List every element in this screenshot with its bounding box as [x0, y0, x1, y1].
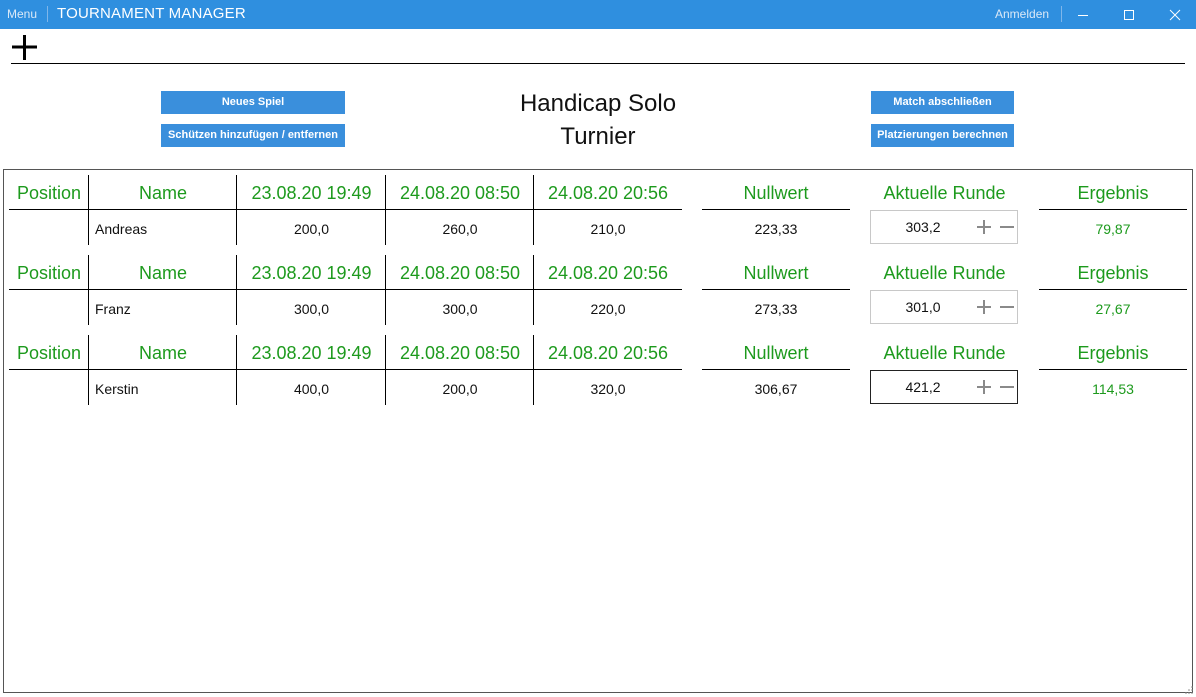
minimize-button[interactable] [1060, 0, 1106, 29]
header-underline [1039, 209, 1187, 210]
header-round2: 24.08.20 08:50 [399, 343, 521, 363]
header-underline [702, 209, 850, 210]
score-round2: 200,0 [442, 380, 478, 397]
header-round2: 24.08.20 08:50 [399, 263, 521, 283]
header-underline [1039, 369, 1187, 370]
score-round3: 210,0 [590, 220, 626, 237]
score-round1: 300,0 [293, 300, 330, 317]
player-position [9, 211, 89, 246]
app-title: TOURNAMENT MANAGER [57, 5, 246, 22]
header-name: Name [138, 263, 187, 283]
title-bar: Menu TOURNAMENT MANAGER Anmelden [0, 0, 1196, 29]
decrement-icon[interactable] [999, 299, 1015, 315]
header-position: Position [16, 183, 82, 203]
header-position: Position [16, 343, 82, 363]
header-result: Ergebnis [1077, 183, 1149, 203]
header-underline [1039, 289, 1187, 290]
toolbar-divider [11, 63, 1185, 64]
close-button[interactable] [1152, 0, 1196, 29]
current-round-input[interactable]: 301,0 [871, 291, 975, 323]
header-name: Name [138, 183, 187, 203]
header-round1: 23.08.20 19:49 [251, 263, 372, 283]
header-round3: 24.08.20 20:56 [547, 183, 669, 203]
score-round1: 400,0 [293, 380, 330, 397]
close-icon [1169, 9, 1181, 20]
score-round1: 200,0 [293, 220, 330, 237]
increment-icon[interactable] [976, 219, 992, 235]
header-underline [9, 209, 682, 210]
header-zero: Nullwert [743, 183, 809, 203]
header-name: Name [138, 343, 187, 363]
header-current-round: Aktuelle Runde [883, 343, 1006, 363]
player-position [9, 371, 89, 406]
result-value: 79,87 [1095, 220, 1131, 237]
score-round3: 320,0 [590, 380, 626, 397]
result-value: 27,67 [1095, 300, 1131, 317]
minimize-icon [1078, 14, 1088, 16]
header-position: Position [16, 263, 82, 283]
header-round1: 23.08.20 19:49 [251, 343, 372, 363]
player-position [9, 291, 89, 326]
header-round3: 24.08.20 20:56 [547, 343, 669, 363]
tournament-subtitle: Turnier [560, 123, 636, 150]
maximize-icon [1124, 9, 1134, 20]
login-button[interactable]: Anmelden [995, 7, 1049, 21]
header-underline [702, 369, 850, 370]
current-round-stepper[interactable]: 301,0 [870, 290, 1018, 324]
calculate-rankings-button[interactable]: Platzierungen berechnen [871, 124, 1014, 147]
header-underline [702, 289, 850, 290]
header-result: Ergebnis [1077, 343, 1149, 363]
player-name: Andreas [95, 220, 148, 237]
header-zero: Nullwert [743, 343, 809, 363]
header-round3: 24.08.20 20:56 [547, 263, 669, 283]
increment-icon[interactable] [976, 379, 992, 395]
decrement-icon[interactable] [999, 219, 1015, 235]
manage-shooters-button[interactable]: Schützen hinzufügen / entfernen [161, 124, 345, 147]
current-round-stepper[interactable]: 303,2 [870, 210, 1018, 244]
current-round-input[interactable]: 421,2 [871, 371, 975, 403]
result-value: 114,53 [1092, 380, 1134, 397]
menu-button[interactable]: Menu [7, 7, 37, 21]
score-round3: 220,0 [590, 300, 626, 317]
add-button[interactable] [10, 30, 40, 62]
player-name: Franz [95, 300, 131, 317]
zero-value: 273,33 [754, 300, 798, 317]
current-round-stepper[interactable]: 421,2 [870, 370, 1018, 404]
finish-match-button[interactable]: Match abschließen [871, 91, 1014, 114]
header-current-round: Aktuelle Runde [883, 263, 1006, 283]
header-underline [9, 369, 682, 370]
resize-grip-icon[interactable] [1182, 685, 1194, 695]
title-separator [47, 6, 48, 22]
header-current-round: Aktuelle Runde [883, 183, 1006, 203]
header-underline [9, 289, 682, 290]
decrement-icon[interactable] [999, 379, 1015, 395]
header-zero: Nullwert [743, 263, 809, 283]
score-round2: 260,0 [442, 220, 478, 237]
tournament-title: Handicap Solo [519, 90, 677, 117]
zero-value: 223,33 [754, 220, 798, 237]
player-name: Kerstin [95, 380, 139, 397]
zero-value: 306,67 [754, 380, 798, 397]
increment-icon[interactable] [976, 299, 992, 315]
header-round2: 24.08.20 08:50 [399, 183, 521, 203]
header-round1: 23.08.20 19:49 [251, 183, 372, 203]
players-panel [3, 169, 1193, 693]
plus-icon [12, 35, 37, 60]
new-game-button[interactable]: Neues Spiel [161, 91, 345, 114]
maximize-button[interactable] [1106, 0, 1152, 29]
header-result: Ergebnis [1077, 263, 1149, 283]
score-round2: 300,0 [442, 300, 478, 317]
current-round-input[interactable]: 303,2 [871, 211, 975, 243]
